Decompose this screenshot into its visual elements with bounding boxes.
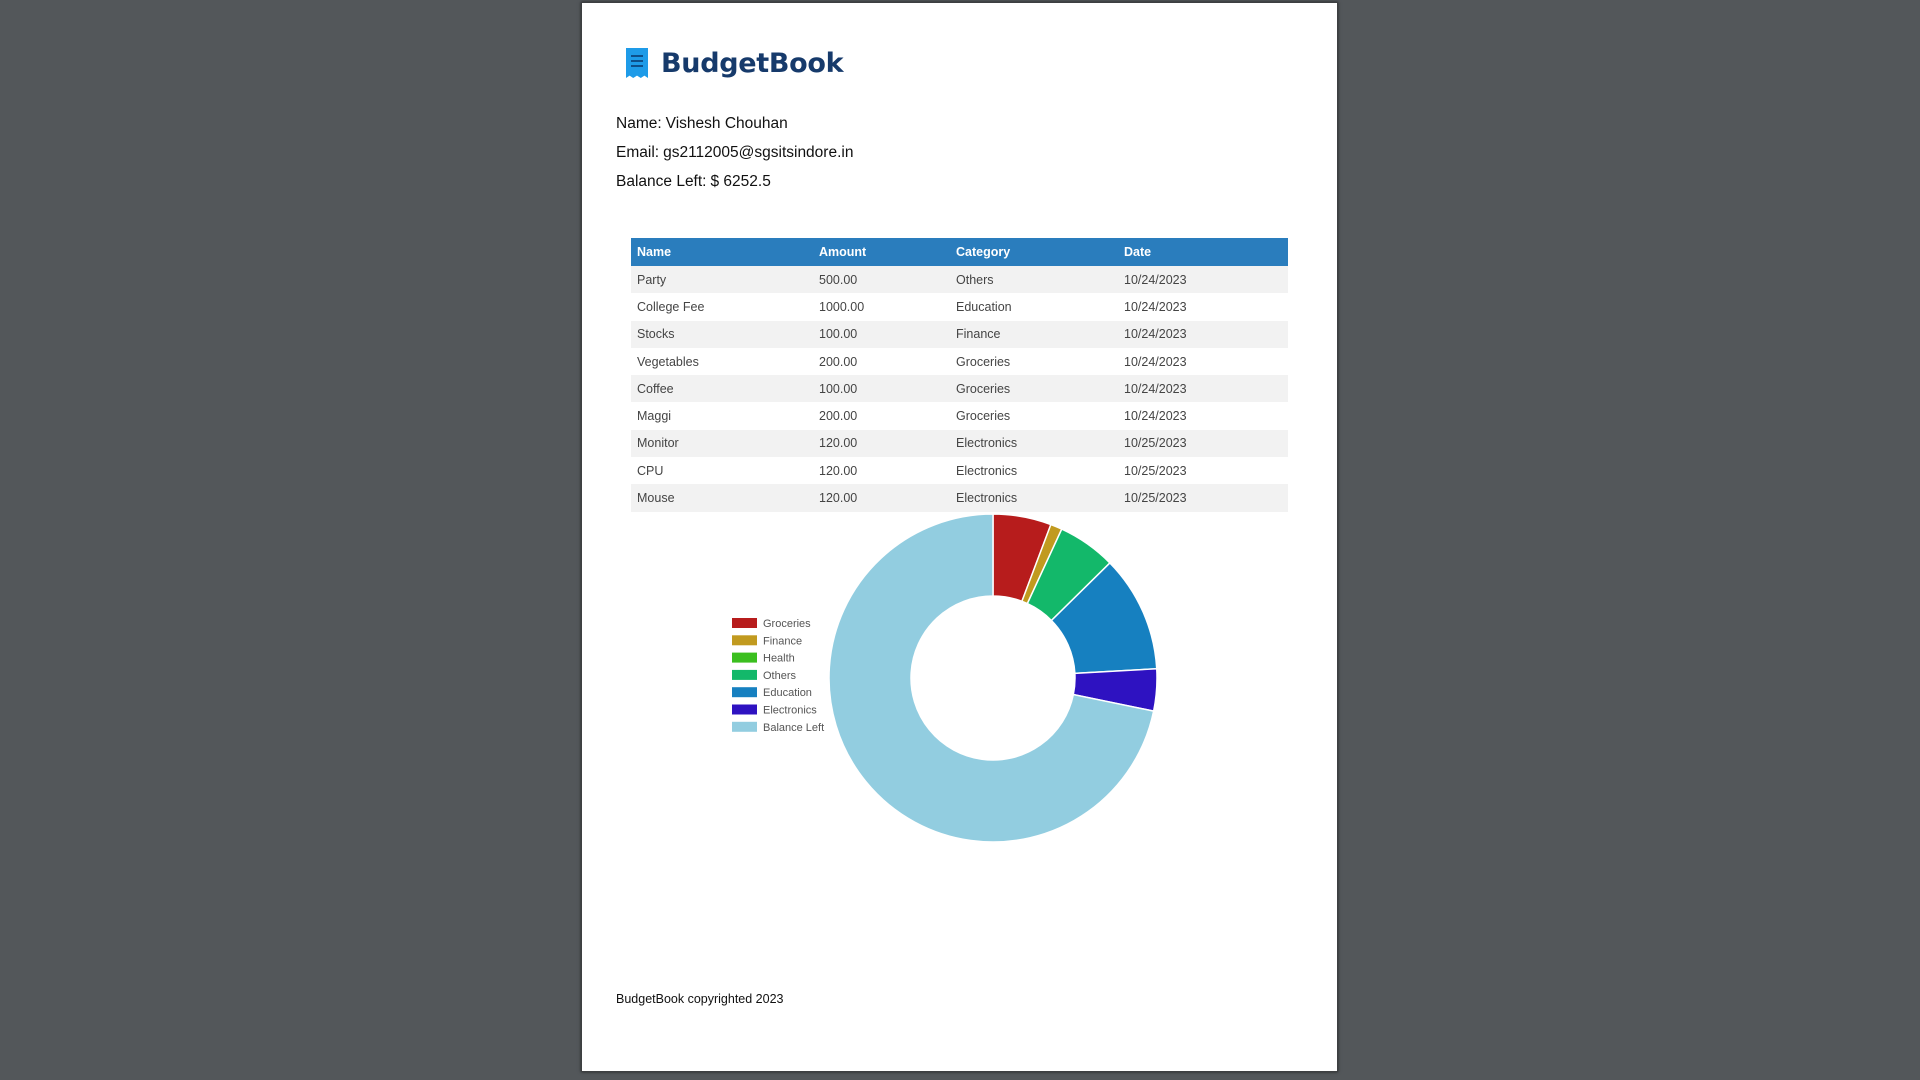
cell-name: CPU xyxy=(631,457,813,485)
cell-amount: 120.00 xyxy=(813,484,950,512)
brand-name: BudgetBook xyxy=(661,47,844,79)
table-row: College Fee 1000.00 Education 10/24/2023 xyxy=(631,293,1288,321)
cell-name: Vegetables xyxy=(631,347,813,376)
cell-name: Maggi xyxy=(631,402,813,430)
cell-name: Coffee xyxy=(631,375,813,403)
table-row: Maggi 200.00 Groceries 10/24/2023 xyxy=(631,402,1288,430)
table-row: Party 500.00 Others 10/24/2023 xyxy=(631,266,1288,294)
cell-amount: 120.00 xyxy=(813,457,950,485)
legend-label: Balance Left xyxy=(763,722,824,734)
cell-amount: 120.00 xyxy=(813,429,950,458)
legend-item: Finance xyxy=(732,635,802,647)
cell-date: 10/25/2023 xyxy=(1118,429,1288,458)
user-email-line: Email: gs2112005@sgsitsindore.in xyxy=(616,144,853,162)
cell-category: Finance xyxy=(950,320,1118,348)
cell-name: Stocks xyxy=(631,320,813,348)
legend-swatch xyxy=(732,652,757,663)
user-email: gs2112005@sgsitsindore.in xyxy=(663,144,854,161)
legend-label: Others xyxy=(763,670,797,682)
table-row: Monitor 120.00 Electronics 10/25/2023 xyxy=(631,429,1288,458)
cell-category: Groceries xyxy=(950,375,1118,403)
cell-category: Electronics xyxy=(950,429,1118,458)
cell-category: Groceries xyxy=(950,347,1118,376)
legend-item: Electronics xyxy=(732,704,817,717)
table-row: Vegetables 200.00 Groceries 10/24/2023 xyxy=(631,347,1288,376)
cell-date: 10/24/2023 xyxy=(1118,402,1288,430)
legend-item: Others xyxy=(732,669,797,682)
report-page: BudgetBook Name: Vishesh Chouhan Email: gs… xyxy=(581,2,1338,1072)
column-header-name: Name xyxy=(631,238,813,266)
legend-swatch xyxy=(732,704,757,715)
cell-category: Others xyxy=(950,266,1118,294)
cell-category: Education xyxy=(950,293,1118,321)
cell-name: Party xyxy=(631,266,813,294)
cell-date: 10/24/2023 xyxy=(1118,375,1288,403)
legend-item: Balance Left xyxy=(732,721,824,734)
table-row: Stocks 100.00 Finance 10/24/2023 xyxy=(631,320,1288,348)
cell-amount: 100.00 xyxy=(813,320,950,348)
footer-text: BudgetBook copyrighted 2023 xyxy=(616,992,784,1006)
cell-category: Groceries xyxy=(950,402,1118,430)
legend-swatch xyxy=(732,635,757,646)
cell-date: 10/25/2023 xyxy=(1118,457,1288,485)
cell-category: Electronics xyxy=(950,457,1118,485)
cell-name: Monitor xyxy=(631,429,813,458)
expenses-table: Name Amount Category Date Party 500.00 O… xyxy=(631,238,1288,512)
email-label: Email: xyxy=(616,144,660,161)
legend-label: Groceries xyxy=(763,618,811,630)
cell-date: 10/25/2023 xyxy=(1118,484,1288,512)
legend-label: Electronics xyxy=(763,705,817,717)
legend-label: Education xyxy=(763,687,812,699)
brand-logo: BudgetBook xyxy=(624,45,844,81)
expense-donut-chart: Groceries Finance Health Others Education Ele… xyxy=(732,513,1158,843)
user-name-line: Name: Vishesh Chouhan xyxy=(616,115,788,133)
receipt-icon xyxy=(626,48,648,78)
column-header-amount: Amount xyxy=(813,238,950,266)
legend-label: Finance xyxy=(763,635,802,647)
column-header-date: Date xyxy=(1118,238,1288,266)
cell-amount: 500.00 xyxy=(813,266,950,294)
cell-category: Electronics xyxy=(950,484,1118,512)
cell-amount: 1000.00 xyxy=(813,293,950,321)
legend-swatch xyxy=(732,721,757,732)
legend-swatch xyxy=(732,618,757,628)
table-row: Mouse 120.00 Electronics 10/25/2023 xyxy=(631,484,1288,512)
cell-date: 10/24/2023 xyxy=(1118,293,1288,321)
cell-date: 10/24/2023 xyxy=(1118,347,1288,376)
balance-line: Balance Left: $ 6252.5 xyxy=(616,173,771,191)
cell-date: 10/24/2023 xyxy=(1118,320,1288,348)
legend-item: Groceries xyxy=(732,618,811,630)
balance-value: $ 6252.5 xyxy=(710,173,771,190)
cell-amount: 100.00 xyxy=(813,375,950,403)
cell-name: College Fee xyxy=(631,293,813,321)
column-header-category: Category xyxy=(950,238,1118,266)
table-header-row: Name Amount Category Date xyxy=(631,238,1288,266)
legend-item: Education xyxy=(732,687,812,699)
legend-label: Health xyxy=(763,653,795,665)
name-label: Name: xyxy=(616,115,662,132)
legend-swatch xyxy=(732,669,757,680)
legend-swatch xyxy=(732,687,757,698)
cell-amount: 200.00 xyxy=(813,402,950,430)
table-row: CPU 120.00 Electronics 10/25/2023 xyxy=(631,457,1288,485)
cell-name: Mouse xyxy=(631,484,813,512)
user-name: Vishesh Chouhan xyxy=(665,115,788,132)
table-row: Coffee 100.00 Groceries 10/24/2023 xyxy=(631,375,1288,403)
balance-label: Balance Left: xyxy=(616,173,707,190)
legend-item: Health xyxy=(732,652,795,665)
cell-date: 10/24/2023 xyxy=(1118,266,1288,294)
cell-amount: 200.00 xyxy=(813,347,950,376)
